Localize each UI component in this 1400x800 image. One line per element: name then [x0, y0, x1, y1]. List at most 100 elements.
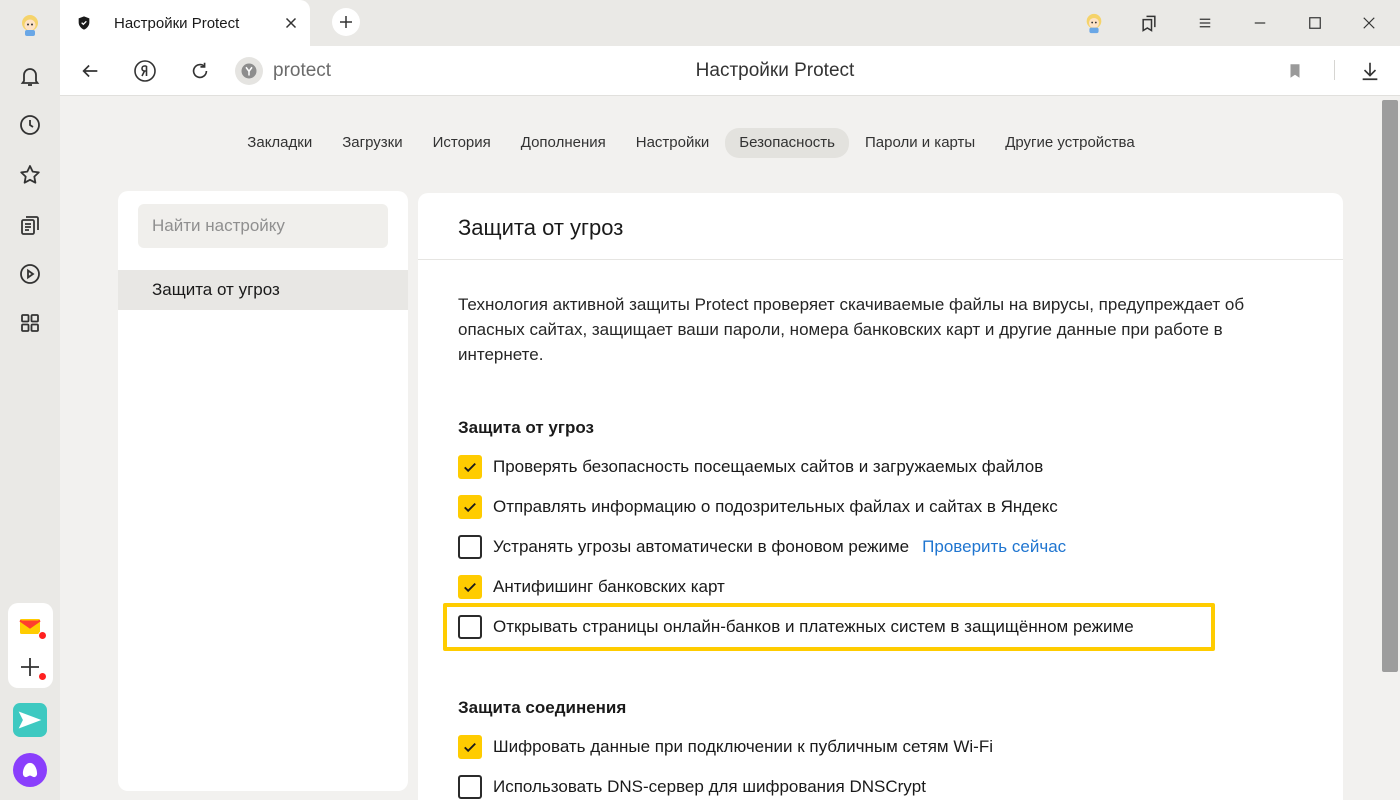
- minimize-icon: [1254, 22, 1266, 24]
- nav-tab[interactable]: Безопасность: [725, 128, 849, 158]
- download-icon: [1362, 62, 1378, 81]
- option-label: Открывать страницы онлайн-банков и плате…: [493, 617, 1134, 636]
- protect-badge[interactable]: [235, 57, 263, 85]
- option-antiphishing[interactable]: Антифишинг банковских карт: [458, 574, 725, 600]
- reload-icon: [192, 62, 208, 79]
- section-heading-threats: Защита от угроз: [458, 418, 594, 437]
- option-label: Антифишинг банковских карт: [493, 577, 725, 596]
- checkmark-icon: [464, 462, 476, 473]
- maximize-icon: [1309, 17, 1321, 29]
- add-notification-dot: [38, 672, 47, 681]
- checkbox[interactable]: [458, 575, 482, 599]
- settings-nav: Закладки Загрузки История Дополнения Настрой…: [0, 128, 1382, 158]
- option-send-info[interactable]: Отправлять информацию о подозрительных ф…: [458, 494, 1058, 520]
- messenger-icon: [13, 703, 47, 737]
- apps-icon: [21, 314, 39, 332]
- option-label: Шифровать данные при подключении к публи…: [493, 737, 993, 756]
- mail-notification-dot: [38, 631, 47, 640]
- bell-icon: [20, 68, 40, 86]
- checkbox[interactable]: [458, 455, 482, 479]
- video-button[interactable]: [10, 254, 50, 294]
- close-icon[interactable]: [282, 14, 300, 32]
- window-close-button[interactable]: [1357, 11, 1381, 35]
- menu-icon: [1199, 18, 1211, 28]
- nav-tab[interactable]: Закладки: [233, 128, 326, 158]
- option-check-sites[interactable]: Проверять безопасность посещаемых сайтов…: [458, 454, 1043, 480]
- reload-button[interactable]: [187, 58, 213, 84]
- toolbar-divider: [1334, 60, 1335, 80]
- collections-icon: [21, 216, 39, 235]
- window-close-icon: [1363, 17, 1375, 29]
- nav-tab[interactable]: Настройки: [622, 128, 724, 158]
- settings-left-panel: Защита от угроз: [118, 191, 408, 791]
- tab-active[interactable]: Настройки Protect: [60, 0, 310, 46]
- menu-button[interactable]: [1193, 11, 1217, 35]
- avatar-icon: [22, 15, 38, 36]
- bookmark-icon: [1290, 64, 1300, 78]
- side-panel: [0, 0, 60, 800]
- alice-icon: [13, 753, 47, 787]
- plus-icon: [340, 16, 352, 28]
- protect-badge-icon: [241, 63, 257, 79]
- back-button[interactable]: [77, 58, 103, 84]
- nav-tab[interactable]: Дополнения: [507, 128, 620, 158]
- maximize-button[interactable]: [1303, 11, 1327, 35]
- apps-button[interactable]: [10, 303, 50, 343]
- option-auto-remove[interactable]: Устранять угрозы автоматически в фоновом…: [458, 534, 1066, 560]
- nav-tab[interactable]: Другие устройства: [991, 128, 1148, 158]
- checkbox[interactable]: [458, 775, 482, 799]
- avatar-icon: [1086, 13, 1102, 34]
- collections-tabs-icon: [1142, 15, 1156, 32]
- star-icon: [20, 165, 40, 184]
- checkbox[interactable]: [458, 615, 482, 639]
- bookmarks-button[interactable]: [10, 155, 50, 195]
- check-now-link[interactable]: Проверить сейчас: [922, 537, 1066, 557]
- play-icon: [20, 264, 40, 284]
- checkmark-icon: [464, 742, 476, 753]
- collections-tabs-button[interactable]: [1137, 11, 1161, 35]
- settings-search-input[interactable]: [138, 204, 388, 248]
- yandex-button[interactable]: [132, 58, 158, 84]
- shield-icon: [78, 16, 90, 30]
- tab-title: Настройки Protect: [114, 14, 240, 32]
- option-label: Использовать DNS-сервер для шифрования D…: [493, 777, 926, 796]
- checkmark-icon: [464, 582, 476, 593]
- option-protected-mode[interactable]: Открывать страницы онлайн-банков и плате…: [458, 614, 1134, 640]
- yandex-icon: [134, 60, 156, 82]
- bookmark-button[interactable]: [1282, 58, 1308, 84]
- address-text[interactable]: protect: [273, 60, 331, 82]
- alice-button[interactable]: [10, 750, 50, 790]
- checkbox[interactable]: [458, 535, 482, 559]
- scrollbar-thumb[interactable]: [1382, 100, 1398, 672]
- left-panel-item-threat-protection[interactable]: Защита от угроз: [118, 270, 408, 310]
- checkbox[interactable]: [458, 735, 482, 759]
- nav-tab[interactable]: Загрузки: [328, 128, 416, 158]
- collections-button[interactable]: [10, 205, 50, 245]
- profile-button[interactable]: [1082, 11, 1106, 35]
- back-icon: [82, 64, 98, 78]
- new-tab-button[interactable]: [332, 8, 360, 36]
- toolbar: protect Настройки Protect: [60, 46, 1400, 96]
- add-service-button[interactable]: [10, 647, 50, 687]
- option-label: Отправлять информацию о подозрительных ф…: [493, 497, 1058, 516]
- tab-strip: Настройки Protect: [60, 0, 1400, 46]
- mail-button[interactable]: [10, 606, 50, 646]
- minimize-button[interactable]: [1248, 11, 1272, 35]
- checkmark-icon: [464, 502, 476, 513]
- settings-main-panel: Защита от угроз Технология активной защи…: [418, 193, 1343, 800]
- section-heading-connection: Защита соединения: [458, 698, 627, 717]
- messenger-button[interactable]: [10, 700, 50, 740]
- checkbox[interactable]: [458, 495, 482, 519]
- option-label: Устранять угрозы автоматически в фоновом…: [493, 537, 910, 556]
- main-header: Защита от угроз: [418, 193, 1343, 260]
- nav-tab[interactable]: Пароли и карты: [851, 128, 989, 158]
- option-encrypt-wifi[interactable]: Шифровать данные при подключении к публи…: [458, 734, 993, 760]
- nav-tab[interactable]: История: [419, 128, 505, 158]
- option-dnscrypt[interactable]: Использовать DNS-сервер для шифрования D…: [458, 774, 926, 800]
- option-label: Проверять безопасность посещаемых сайтов…: [493, 457, 1044, 476]
- protect-description: Технология активной защиты Protect прове…: [458, 295, 1245, 364]
- section-title: Защита от угроз: [458, 215, 624, 240]
- avatar[interactable]: [10, 5, 50, 45]
- notifications-button[interactable]: [10, 56, 50, 96]
- downloads-button[interactable]: [1357, 58, 1383, 84]
